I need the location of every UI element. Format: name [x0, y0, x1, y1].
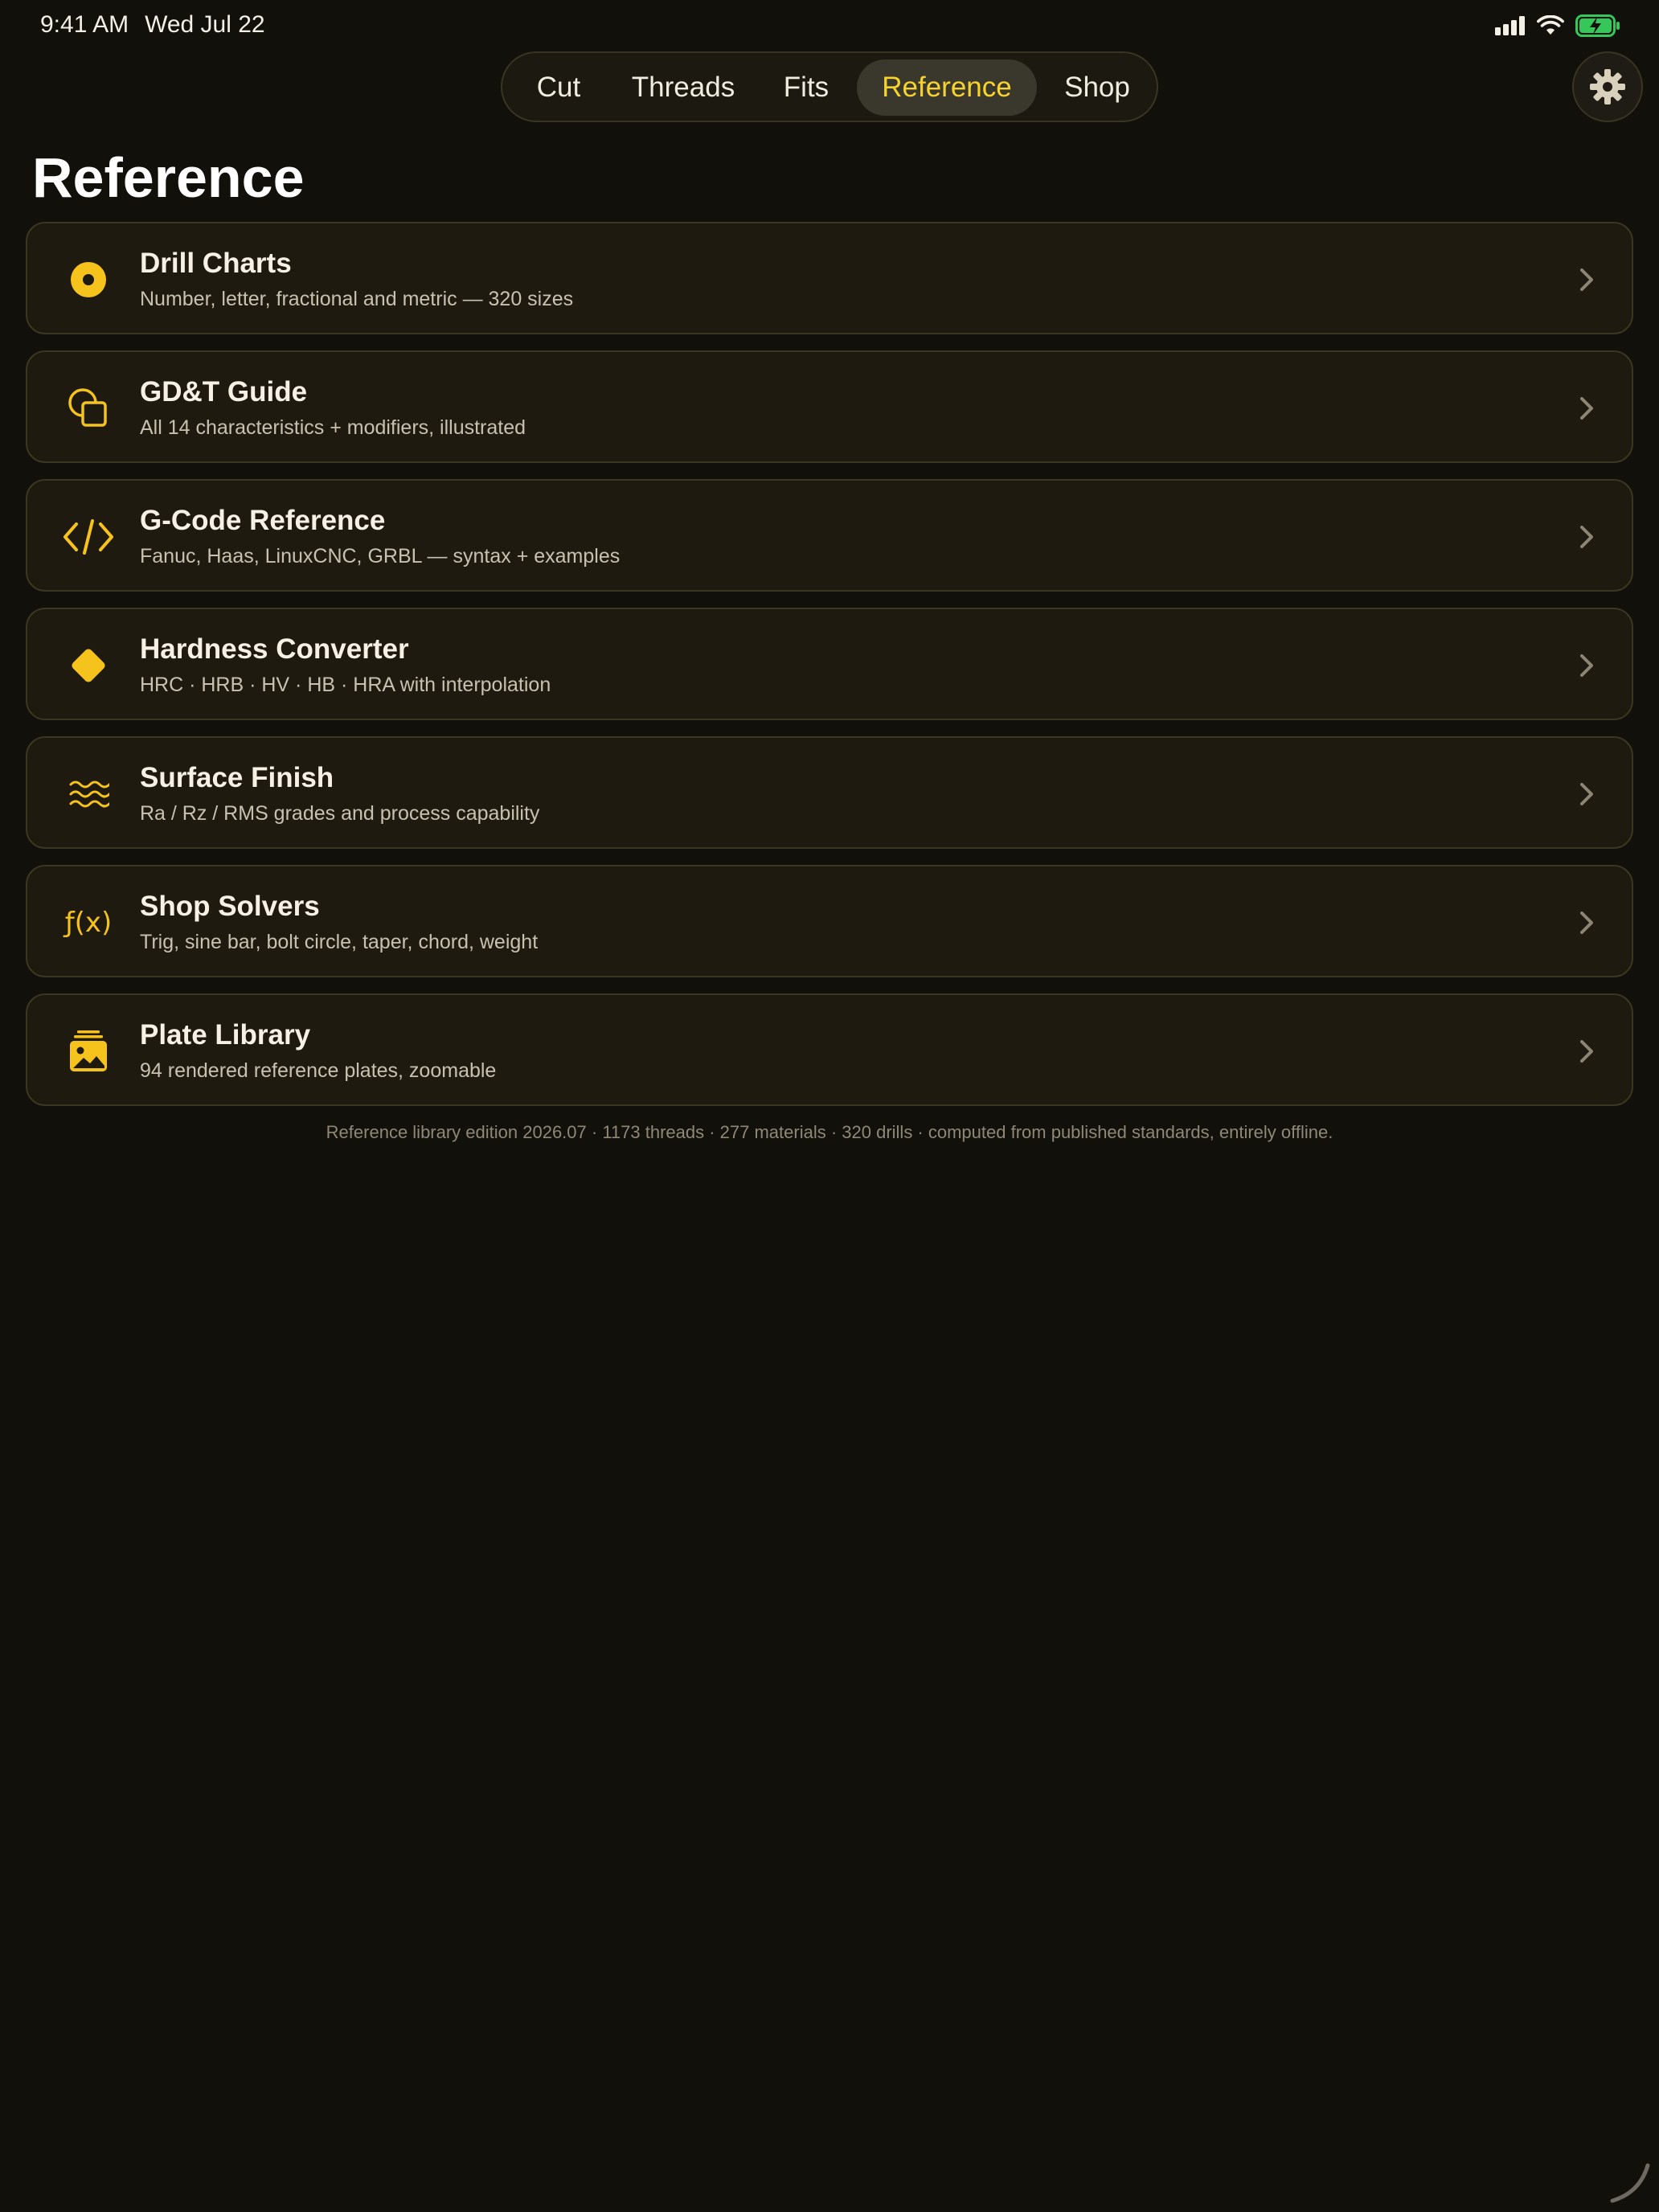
waves-icon	[59, 765, 117, 823]
cellular-signal-icon	[1495, 16, 1525, 35]
list-item-subtitle: HRC · HRB · HV · HB · HRA with interpola…	[140, 674, 551, 696]
list-item-title: Shop Solvers	[140, 891, 320, 922]
list-item-title: GD&T Guide	[140, 376, 308, 408]
wifi-icon	[1537, 15, 1564, 35]
chevron-right-icon	[1580, 911, 1593, 934]
chevron-right-icon	[1580, 526, 1593, 548]
list-item-title: Surface Finish	[140, 762, 334, 793]
list-item-surface-finish[interactable]: Surface Finish Ra / Rz / RMS grades and …	[26, 736, 1633, 849]
target-dot-icon	[59, 251, 117, 309]
tab-threads[interactable]: Threads	[613, 59, 753, 116]
chevron-right-icon	[1580, 783, 1593, 805]
status-indicators	[1495, 14, 1620, 37]
list-item-shop-solvers[interactable]: ƒ(x) Shop Solvers Trig, sine bar, bolt c…	[26, 865, 1633, 977]
tab-shop[interactable]: Shop	[1047, 59, 1147, 116]
list-item-subtitle: All 14 characteristics + modifiers, illu…	[140, 416, 526, 439]
chevron-right-icon	[1580, 397, 1593, 420]
function-icon: ƒ(x)	[59, 894, 117, 952]
library-footer-note: Reference library edition 2026.07 · 1173…	[326, 1122, 1333, 1142]
settings-button[interactable]	[1572, 51, 1643, 122]
chevron-right-icon	[1580, 268, 1593, 291]
reference-list: Drill Charts Number, letter, fractional …	[26, 222, 1633, 1122]
list-item-g-code-reference[interactable]: G-Code Reference Fanuc, Haas, LinuxCNC, …	[26, 479, 1633, 592]
status-bar: 9:41 AM Wed Jul 22	[0, 0, 1659, 51]
list-item-plate-library[interactable]: Plate Library 94 rendered reference plat…	[26, 993, 1633, 1106]
list-item-subtitle: 94 rendered reference plates, zoomable	[140, 1059, 497, 1082]
function-icon-glyph: ƒ(x)	[64, 907, 113, 939]
chevron-right-icon	[1580, 654, 1593, 677]
list-item-gdt-guide[interactable]: GD&T Guide All 14 characteristics + modi…	[26, 350, 1633, 463]
list-item-drill-charts[interactable]: Drill Charts Number, letter, fractional …	[26, 222, 1633, 334]
list-item-title: Drill Charts	[140, 248, 292, 279]
resize-handle-icon[interactable]	[1608, 2161, 1653, 2206]
status-time-date: 9:41 AM Wed Jul 22	[40, 11, 265, 39]
gear-icon	[1590, 69, 1625, 104]
list-item-subtitle: Number, letter, fractional and metric — …	[140, 288, 574, 310]
list-item-title: Hardness Converter	[140, 633, 409, 665]
list-item-title: G-Code Reference	[140, 505, 386, 536]
list-item-subtitle: Fanuc, Haas, LinuxCNC, GRBL — syntax + e…	[140, 545, 621, 567]
list-item-subtitle: Ra / Rz / RMS grades and process capabil…	[140, 802, 540, 825]
photo-stack-icon	[59, 1022, 117, 1080]
tab-cut[interactable]: Cut	[517, 59, 600, 116]
list-item-subtitle: Trig, sine bar, bolt circle, taper, chor…	[140, 931, 539, 953]
diamond-icon	[59, 637, 117, 694]
status-time: 9:41 AM	[40, 11, 129, 38]
tab-reference[interactable]: Reference	[857, 59, 1037, 116]
list-item-title: Plate Library	[140, 1019, 311, 1051]
tab-fits[interactable]: Fits	[766, 59, 846, 116]
code-brackets-icon	[59, 508, 117, 566]
battery-charging-icon	[1575, 14, 1620, 37]
top-tab-bar: Cut Threads Fits Reference Shop	[501, 51, 1158, 122]
page-title: Reference	[32, 146, 305, 209]
status-date: Wed Jul 22	[145, 11, 265, 38]
shapes-overlap-icon	[59, 379, 117, 437]
chevron-right-icon	[1580, 1040, 1593, 1063]
list-item-hardness-converter[interactable]: Hardness Converter HRC · HRB · HV · HB ·…	[26, 608, 1633, 720]
